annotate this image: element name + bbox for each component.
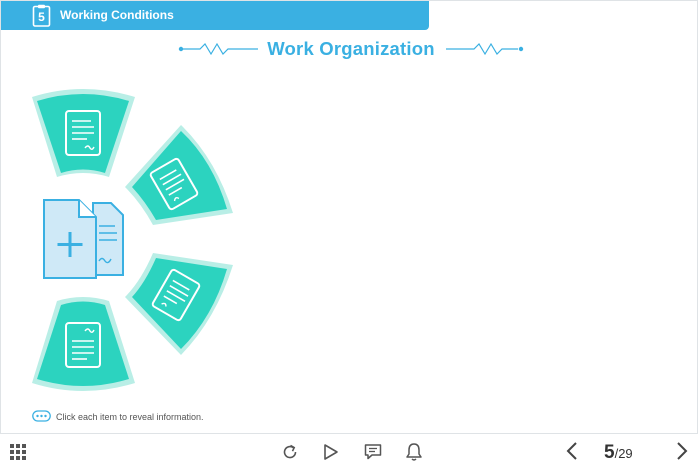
petal-item-2[interactable] (125, 125, 233, 225)
grid-icon[interactable] (10, 444, 26, 460)
hint-text: Click each item to reveal information. (56, 412, 204, 422)
slide-frame: 5 Working Conditions Work Organization C… (0, 0, 698, 434)
petal-item-3[interactable] (125, 253, 233, 355)
chevron-right-icon[interactable] (675, 441, 689, 461)
petal-item-4[interactable] (32, 297, 135, 391)
petal-item-1[interactable] (32, 89, 135, 177)
chat-icon[interactable] (364, 443, 382, 461)
player-toolbar: 5/29 (0, 434, 700, 470)
chevron-left-icon[interactable] (565, 441, 579, 461)
replay-icon[interactable] (281, 443, 299, 461)
fan-diagram (32, 89, 233, 391)
bell-icon[interactable] (405, 442, 423, 462)
page-current: 5 (604, 442, 615, 463)
chat-bubble-icon (32, 410, 51, 422)
play-icon[interactable] (323, 443, 339, 461)
page-counter: 5/29 (604, 442, 652, 463)
page-total: /29 (614, 446, 633, 461)
center-documents (43, 199, 124, 279)
